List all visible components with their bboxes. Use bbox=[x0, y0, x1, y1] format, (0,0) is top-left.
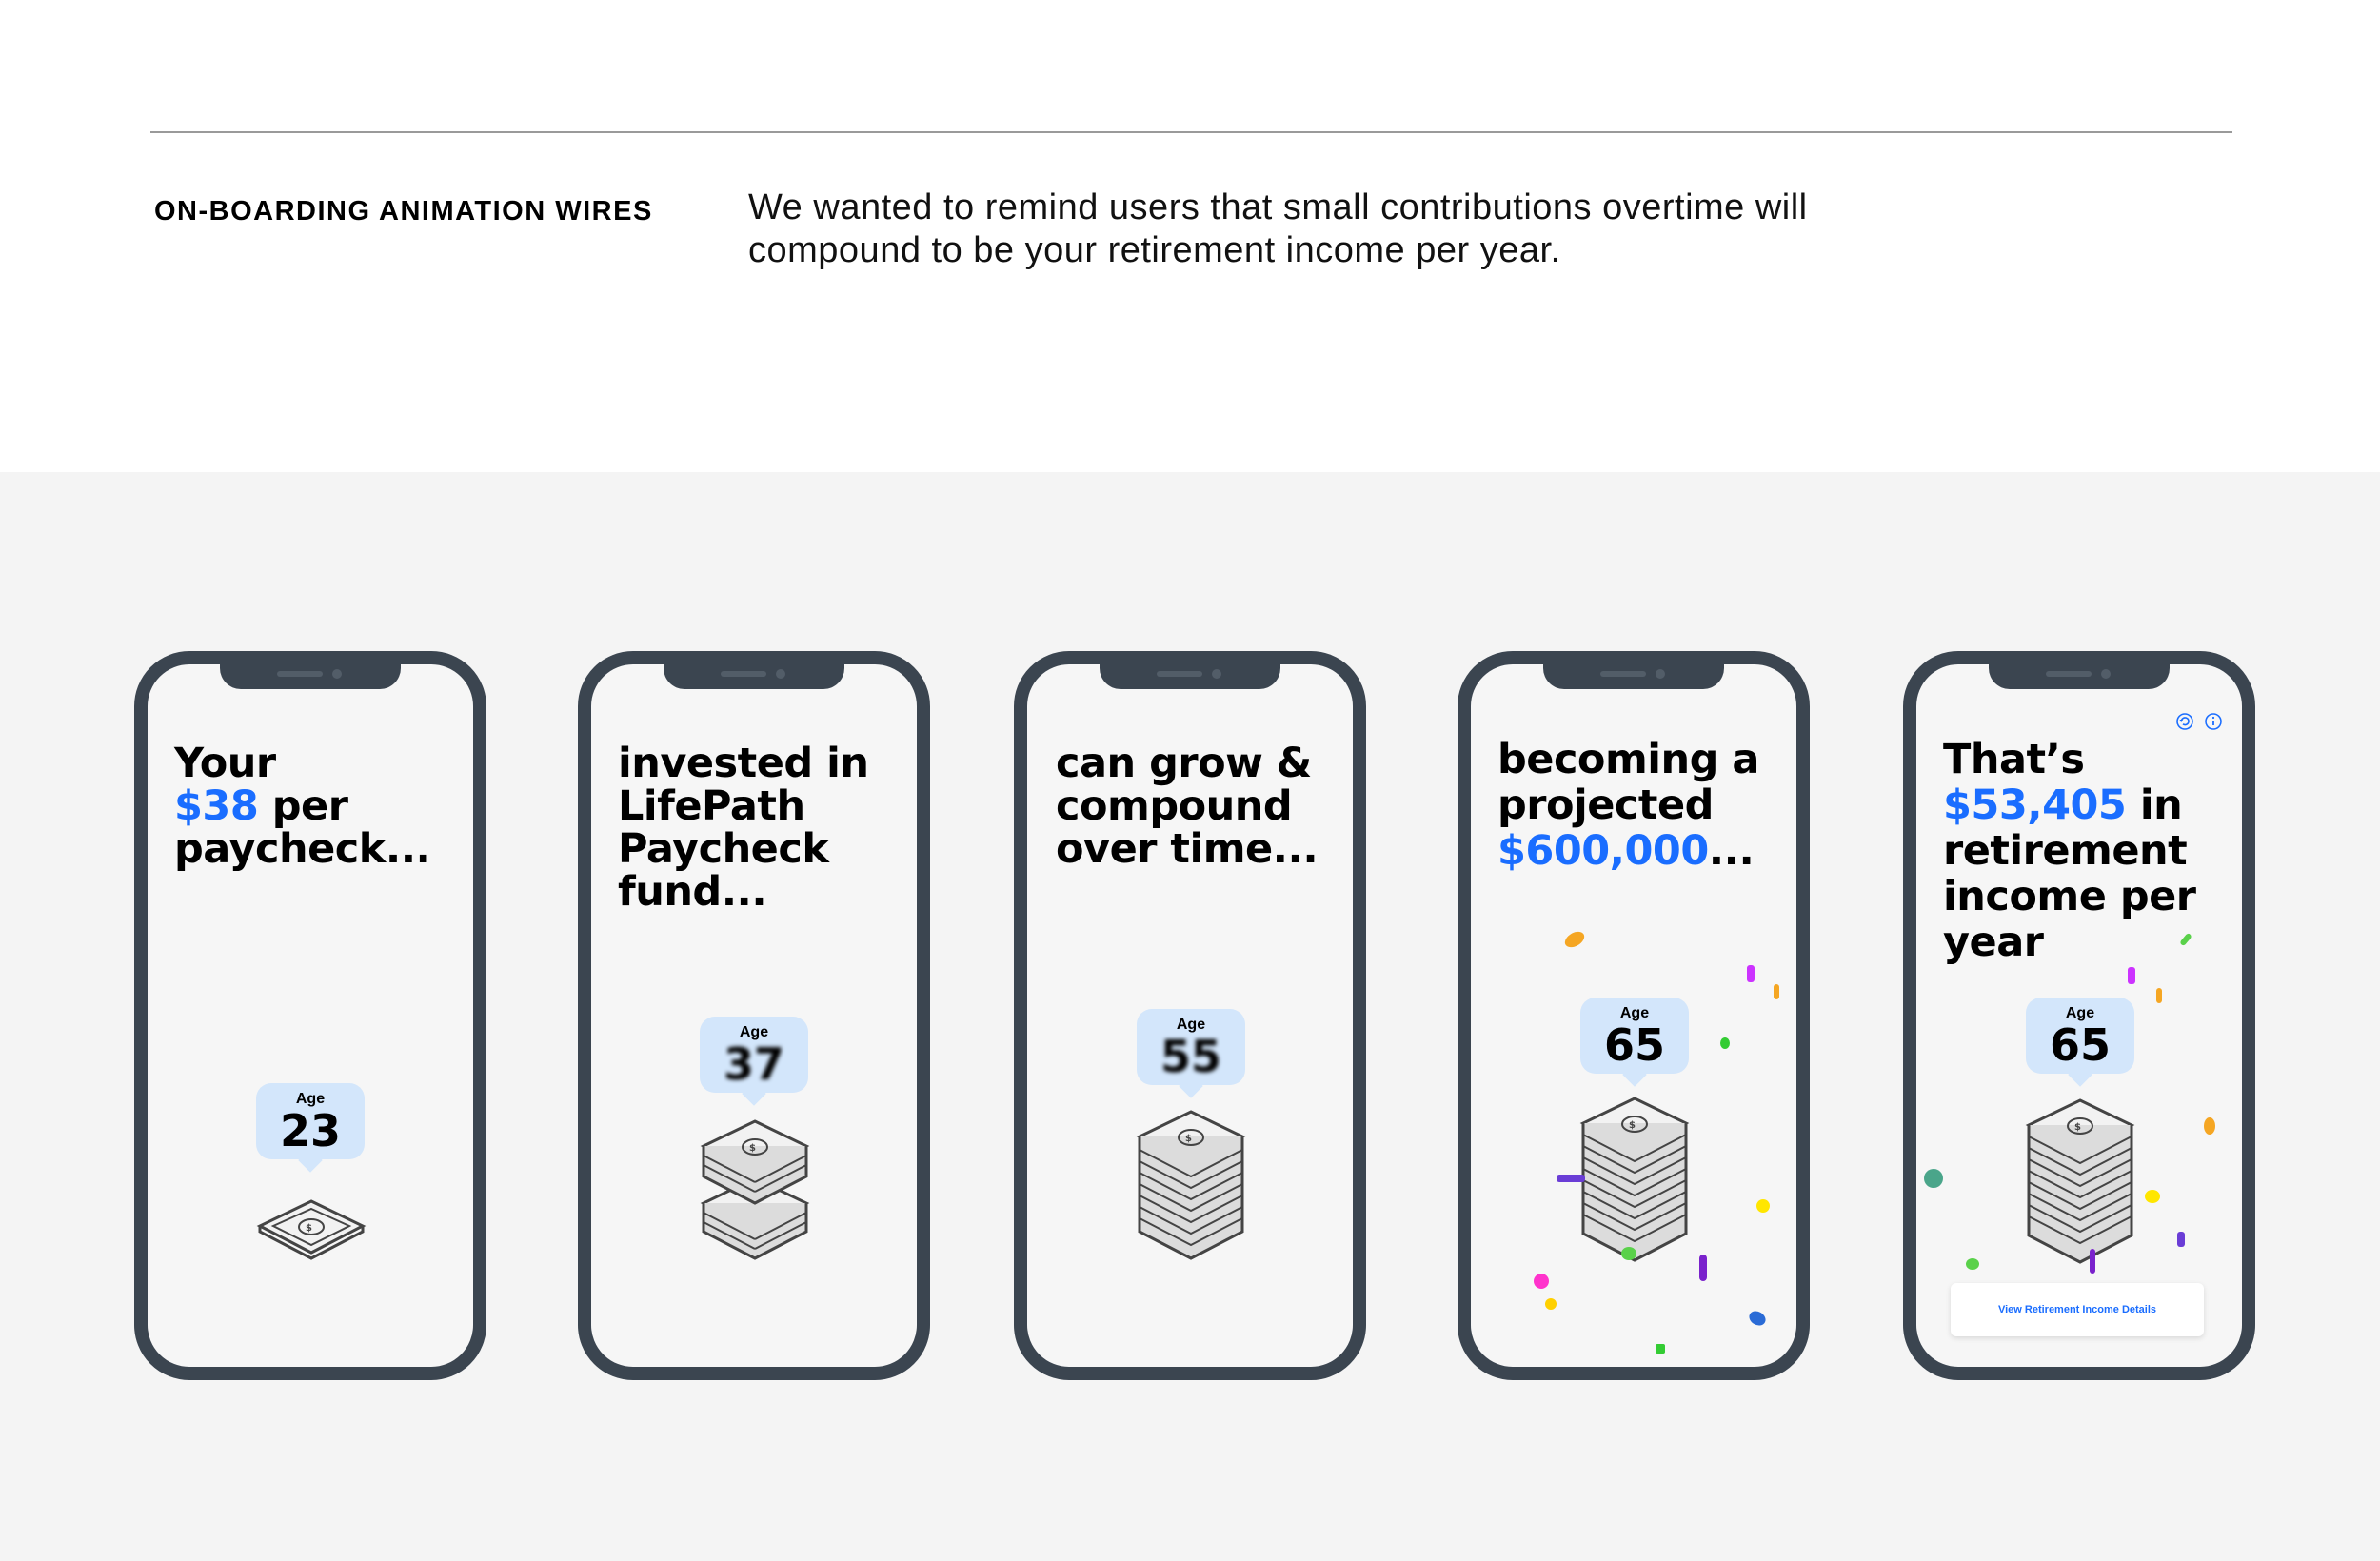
svg-text:$: $ bbox=[306, 1223, 312, 1234]
view-retirement-income-details-button[interactable]: View Retirement Income Details bbox=[1951, 1283, 2204, 1336]
money-bill-icon: $ bbox=[256, 1199, 367, 1260]
screen-actions bbox=[2175, 712, 2223, 731]
replay-icon[interactable] bbox=[2175, 712, 2194, 731]
age-value: 65 bbox=[2049, 1019, 2111, 1071]
age-bubble: Age 65 bbox=[2026, 998, 2134, 1074]
confetti-piece bbox=[2204, 1117, 2215, 1135]
confetti-piece bbox=[1656, 1344, 1665, 1354]
info-icon[interactable] bbox=[2204, 712, 2223, 731]
age-value: 55 bbox=[1160, 1031, 1221, 1082]
age-bubble: Age 65 bbox=[1580, 998, 1689, 1074]
projected-amount: $600,000 bbox=[1497, 827, 1709, 875]
phone-screen-3: can grow & compound over time... Age 55 … bbox=[1014, 651, 1366, 1380]
headline: Your $38 per paycheck... bbox=[174, 742, 469, 871]
money-stack-icon: $ bbox=[1579, 1097, 1690, 1262]
headline-text: ... bbox=[1708, 827, 1755, 875]
svg-text:$: $ bbox=[1629, 1120, 1636, 1131]
phone-notch bbox=[220, 664, 401, 689]
phone-notch bbox=[1989, 664, 2170, 689]
confetti-piece bbox=[2128, 967, 2135, 984]
confetti-piece bbox=[2177, 1232, 2185, 1247]
section-description: We wanted to remind users that small con… bbox=[748, 188, 1808, 270]
confetti-piece bbox=[2156, 988, 2162, 1003]
confetti-piece bbox=[1747, 965, 1755, 982]
confetti-piece bbox=[1545, 1298, 1557, 1310]
headline-text: That’s bbox=[1943, 736, 2085, 783]
age-value: 65 bbox=[1603, 1019, 1665, 1071]
confetti-piece bbox=[1534, 1274, 1549, 1289]
money-stack-icon: $ bbox=[700, 1119, 810, 1260]
phone-screen-5: That’s $53,405 in retirement income per … bbox=[1903, 651, 2255, 1380]
headline: invested in LifePath Paycheck fund... bbox=[618, 740, 869, 916]
confetti-piece bbox=[1557, 1175, 1585, 1182]
headline-text: becoming a projected bbox=[1497, 736, 1759, 829]
phone-screen-1: Your $38 per paycheck... Age 23 $ bbox=[134, 651, 486, 1380]
svg-text:$: $ bbox=[2074, 1122, 2081, 1133]
confetti-piece bbox=[2090, 1249, 2095, 1274]
age-bubble: Age 37 bbox=[700, 1017, 808, 1093]
phone-notch bbox=[1543, 664, 1724, 689]
confetti-piece bbox=[1966, 1258, 1979, 1270]
confetti-piece bbox=[1621, 1247, 1636, 1260]
income-amount: $53,405 bbox=[1943, 781, 2127, 829]
headline: becoming a projected $600,000... bbox=[1497, 737, 1793, 874]
headline-text: Your bbox=[174, 740, 276, 787]
phone-screen-2: invested in LifePath Paycheck fund... Ag… bbox=[578, 651, 930, 1380]
headline: That’s $53,405 in retirement income per … bbox=[1943, 737, 2238, 965]
confetti-piece bbox=[1924, 1169, 1943, 1188]
confetti-piece bbox=[1561, 928, 1588, 951]
section-label: ON-BOARDING ANIMATION WIRES bbox=[154, 196, 653, 227]
top-divider bbox=[150, 131, 2232, 133]
contribution-amount: $38 bbox=[174, 782, 259, 830]
age-value: 37 bbox=[723, 1038, 784, 1090]
svg-text:$: $ bbox=[749, 1143, 756, 1154]
money-stack-icon: $ bbox=[2025, 1098, 2135, 1264]
age-value: 23 bbox=[279, 1105, 341, 1156]
confetti-piece bbox=[1756, 1199, 1770, 1213]
confetti-piece bbox=[2145, 1190, 2160, 1203]
phone-screen-4: becoming a projected $600,000... Age 65 … bbox=[1458, 651, 1810, 1380]
phone-notch bbox=[664, 664, 844, 689]
age-bubble: Age 23 bbox=[256, 1083, 365, 1159]
confetti-piece bbox=[1720, 1037, 1730, 1049]
headline: can grow & compound over time... bbox=[1056, 740, 1319, 873]
confetti-piece bbox=[1699, 1255, 1707, 1281]
phone-notch bbox=[1100, 664, 1280, 689]
money-stack-icon: $ bbox=[1136, 1110, 1246, 1260]
confetti-piece bbox=[1774, 984, 1779, 999]
svg-text:$: $ bbox=[1185, 1134, 1192, 1144]
confetti-piece bbox=[1746, 1308, 1769, 1329]
age-bubble: Age 55 bbox=[1137, 1009, 1245, 1085]
